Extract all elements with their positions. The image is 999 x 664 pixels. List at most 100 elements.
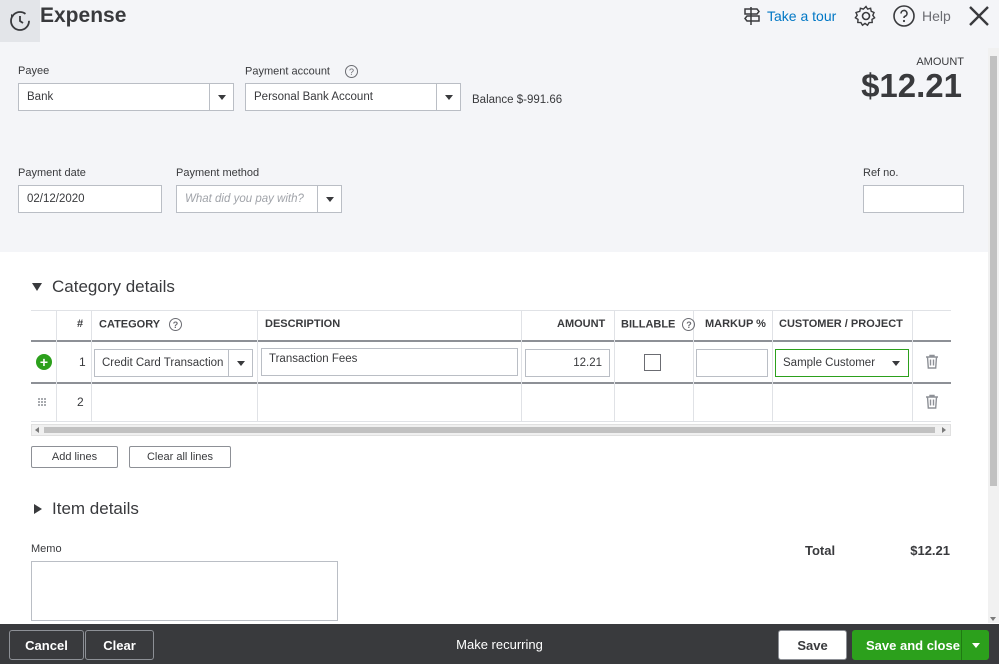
col-divider	[91, 310, 92, 422]
page-title: Expense	[40, 4, 127, 27]
category-select[interactable]: Credit Card Transaction	[94, 349, 253, 377]
item-details-toggle[interactable]: Item details	[34, 499, 139, 519]
close-icon	[969, 6, 989, 26]
clear-all-lines-button[interactable]: Clear all lines	[129, 446, 231, 468]
chevron-down-icon	[971, 642, 980, 648]
amount-input[interactable]: 12.21	[525, 349, 610, 377]
recent-transactions-button[interactable]	[0, 0, 40, 42]
scroll-down-icon[interactable]	[990, 617, 996, 621]
payment-method-label: Payment method	[176, 167, 260, 179]
amount-value: $12.21	[861, 67, 962, 104]
category-value: Credit Card Transaction	[102, 357, 224, 369]
col-divider	[614, 310, 615, 422]
page-vertical-scrollbar[interactable]	[988, 48, 999, 623]
payee-label: Payee	[18, 65, 50, 77]
payee-dropdown-arrow[interactable]	[209, 84, 233, 110]
category-details-title: Category details	[52, 277, 175, 296]
table-header-border	[31, 340, 951, 342]
payment-date-input[interactable]: 02/12/2020	[18, 185, 162, 213]
col-divider	[257, 310, 258, 422]
scrollbar-thumb[interactable]	[990, 56, 997, 486]
scroll-right-icon[interactable]	[942, 427, 946, 433]
customer-project-value: Sample Customer	[783, 357, 876, 369]
payment-account-label: Payment account ?	[245, 65, 359, 78]
save-options-dropdown[interactable]	[961, 630, 989, 660]
close-button[interactable]	[966, 3, 992, 32]
help-button[interactable]: Help	[892, 4, 951, 28]
billable-checkbox[interactable]	[644, 354, 661, 371]
delete-row-button[interactable]	[925, 394, 939, 412]
column-header-billable: BILLABLE ?	[621, 318, 696, 331]
add-lines-button[interactable]: Add lines	[31, 446, 118, 468]
payment-account-label-text: Payment account	[245, 65, 330, 78]
total-label: Total	[805, 543, 836, 558]
payment-method-dropdown-arrow[interactable]	[317, 186, 341, 212]
payment-date-label: Payment date	[18, 167, 86, 179]
question-icon[interactable]: ?	[345, 65, 359, 78]
column-header-customer-project: CUSTOMER / PROJECT	[779, 318, 903, 330]
help-icon	[893, 5, 915, 27]
chevron-down-icon	[236, 360, 245, 366]
help-label: Help	[922, 8, 951, 24]
column-header-markup: MARKUP %	[705, 318, 766, 330]
ref-no-input[interactable]	[863, 185, 964, 213]
description-input[interactable]: Transaction Fees	[261, 348, 518, 376]
memo-label: Memo	[31, 543, 62, 555]
col-divider	[912, 310, 913, 422]
scroll-left-icon[interactable]	[35, 427, 39, 433]
ref-no-label: Ref no.	[863, 167, 899, 179]
question-icon[interactable]: ?	[168, 318, 182, 331]
payment-account-value: Personal Bank Account	[254, 91, 373, 103]
clear-button[interactable]: Clear	[85, 630, 154, 660]
column-header-amount: AMOUNT	[557, 318, 606, 330]
total-value: $12.21	[910, 543, 950, 558]
column-header-description: DESCRIPTION	[265, 318, 341, 330]
add-row-plus-icon[interactable]: +	[36, 354, 52, 370]
payment-method-select[interactable]: What did you pay with?	[176, 185, 342, 213]
col-divider	[56, 310, 57, 422]
category-dropdown-arrow[interactable]	[228, 350, 252, 376]
row-number: 1	[79, 355, 86, 369]
scrollbar-thumb[interactable]	[44, 427, 935, 433]
memo-textarea[interactable]	[31, 561, 338, 621]
trash-icon	[926, 394, 938, 409]
customer-dropdown-arrow[interactable]	[884, 350, 908, 376]
col-divider	[521, 310, 522, 422]
chevron-down-icon	[217, 94, 226, 100]
table-bottom-border	[31, 421, 951, 422]
row-divider	[31, 382, 951, 384]
customer-project-select[interactable]: Sample Customer	[775, 349, 909, 377]
item-details-title: Item details	[52, 499, 139, 518]
question-icon[interactable]: ?	[682, 318, 696, 331]
payee-select[interactable]: Bank	[18, 83, 234, 111]
footer-bar: Make recurring Cancel Clear Save Save an…	[0, 624, 999, 664]
col-divider	[772, 310, 773, 422]
chevron-down-icon	[892, 360, 900, 366]
signpost-icon	[744, 7, 760, 25]
settings-button[interactable]	[854, 4, 878, 31]
save-button[interactable]: Save	[778, 630, 847, 660]
markup-input[interactable]	[696, 349, 768, 377]
trash-icon	[926, 354, 938, 369]
collapse-triangle-icon	[32, 283, 42, 291]
column-header-number: #	[77, 318, 84, 330]
save-and-close-label: Save and close	[866, 637, 960, 653]
payment-account-select[interactable]: Personal Bank Account	[245, 83, 461, 111]
history-icon	[10, 11, 30, 31]
payment-method-placeholder: What did you pay with?	[185, 193, 304, 205]
cancel-button[interactable]: Cancel	[9, 630, 84, 660]
payment-account-dropdown-arrow[interactable]	[436, 84, 460, 110]
column-header-category-text: CATEGORY	[99, 318, 160, 331]
table-horizontal-scrollbar[interactable]	[31, 424, 951, 436]
category-details-toggle[interactable]: Category details	[32, 277, 175, 297]
delete-row-button[interactable]	[925, 354, 939, 372]
chevron-down-icon	[325, 196, 334, 202]
payee-value: Bank	[27, 91, 54, 103]
take-tour-link[interactable]: Take a tour	[742, 6, 836, 26]
expand-triangle-icon	[34, 504, 42, 514]
drag-handle-icon[interactable]	[37, 396, 47, 406]
column-header-category: CATEGORY ?	[99, 318, 182, 331]
column-header-billable-text: BILLABLE	[621, 318, 676, 331]
form-header: Expense Take a tour Help Payee Bank Paym…	[0, 0, 999, 252]
table-top-border	[31, 310, 951, 311]
